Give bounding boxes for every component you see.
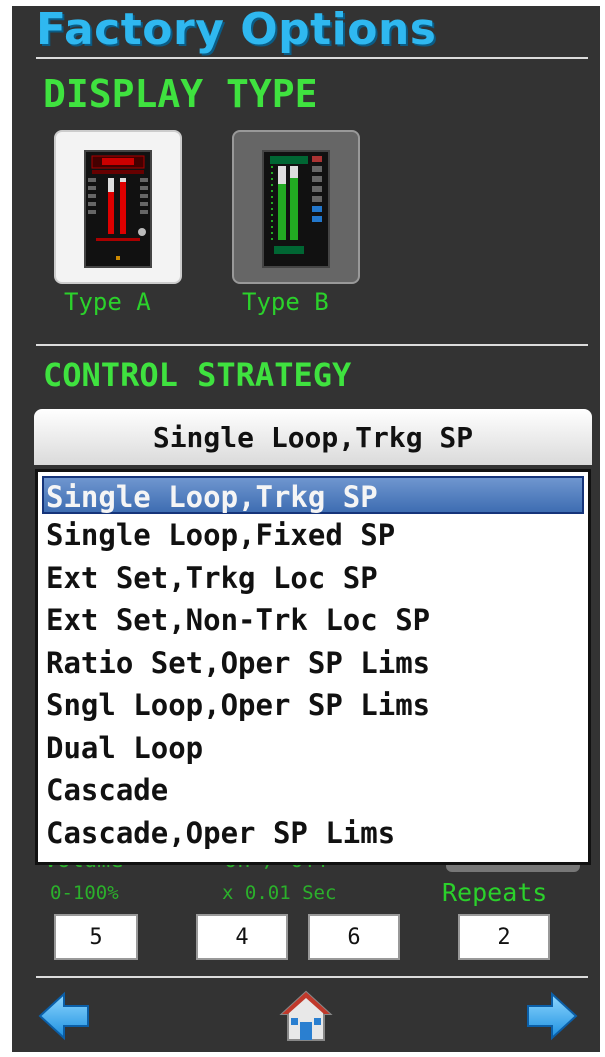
volume-range-label: 0-100% <box>50 882 119 904</box>
repeats-label: Repeats <box>442 878 548 907</box>
dropdown-option[interactable]: Ext Set,Non-Trk Loc SP <box>38 599 588 642</box>
type-a-label: Type A <box>64 288 151 316</box>
dropdown-option[interactable]: Sngl Loop,Oper SP Lims <box>38 684 588 727</box>
type-b-label: Type B <box>242 288 329 316</box>
dropdown-option[interactable]: Dual Loop <box>38 727 588 770</box>
home-icon[interactable] <box>278 988 334 1044</box>
dropdown-option[interactable]: Cascade <box>38 769 588 812</box>
control-strategy-heading: CONTROL STRATEGY <box>43 356 352 394</box>
divider <box>36 57 588 59</box>
option-selected[interactable]: Single Loop,Trkg SP <box>42 476 584 514</box>
divider <box>36 344 588 346</box>
divider <box>36 976 588 978</box>
dropdown-option[interactable]: Single Loop,Fixed SP <box>38 514 588 557</box>
type-b-device-icon <box>262 150 330 268</box>
arrow-right-icon[interactable] <box>524 988 580 1044</box>
onoff-unit-label: x 0.01 Sec <box>222 882 337 904</box>
off-time-input[interactable]: 6 <box>308 914 400 960</box>
display-type-a-card[interactable] <box>54 130 182 284</box>
dropdown-option[interactable]: Ratio Set,Oper SP Lims <box>38 642 588 685</box>
control-strategy-select[interactable]: Single Loop,Trkg SP <box>34 409 592 465</box>
display-type-heading: DISPLAY TYPE <box>43 72 318 116</box>
control-strategy-dropdown[interactable]: Single Loop,Trkg SP Single Loop,Fixed SP… <box>35 469 591 865</box>
dropdown-option[interactable]: Ext Set,Trkg Loc SP <box>38 557 588 600</box>
display-type-b-card[interactable] <box>232 130 360 284</box>
screen: Factory Options DISPLAY TYPE Type A Type… <box>12 6 600 1052</box>
repeats-input[interactable]: 2 <box>458 914 550 960</box>
on-time-input[interactable]: 4 <box>196 914 288 960</box>
page-title: Factory Options <box>36 6 437 55</box>
dropdown-option[interactable]: Cascade,Oper SP Lims <box>38 812 588 855</box>
type-a-device-icon <box>84 150 152 268</box>
arrow-left-icon[interactable] <box>36 988 92 1044</box>
volume-input[interactable]: 5 <box>54 914 138 960</box>
